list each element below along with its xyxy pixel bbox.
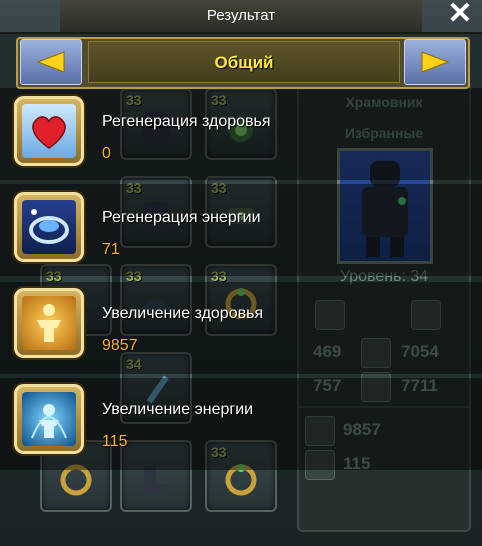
result-window: 33 33 33 33 33 33 34 33 33 Храмовник Изб… [0, 0, 482, 546]
body-energy-icon [14, 384, 84, 454]
close-icon: ✕ [447, 0, 473, 30]
next-tab-button[interactable] [404, 39, 466, 85]
entry-value: 115 [102, 433, 128, 450]
prev-tab-button[interactable] [20, 39, 82, 85]
body-health-icon [14, 288, 84, 358]
entry-name: Регенерация здоровья [102, 113, 271, 130]
entry-name: Увеличение энергии [102, 401, 254, 418]
entry-value: 71 [102, 241, 120, 258]
entry-value: 0 [102, 145, 111, 162]
close-button[interactable]: ✕ [446, 0, 474, 30]
entry-value: 9857 [102, 337, 138, 354]
entry-name: Увеличение здоровья [102, 305, 264, 322]
energy-swirl-icon [14, 192, 84, 262]
tab-title: Общий [214, 53, 274, 72]
arrow-left-icon [36, 51, 65, 73]
heart-icon [14, 96, 84, 166]
tab-label-box: Общий [88, 41, 400, 83]
entry-name: Регенерация энергии [102, 209, 261, 226]
title-bar: Результат ✕ [0, 0, 482, 34]
window-title: Результат [206, 7, 276, 24]
arrow-right-icon [421, 51, 450, 73]
tab-selector: Общий [16, 37, 470, 89]
